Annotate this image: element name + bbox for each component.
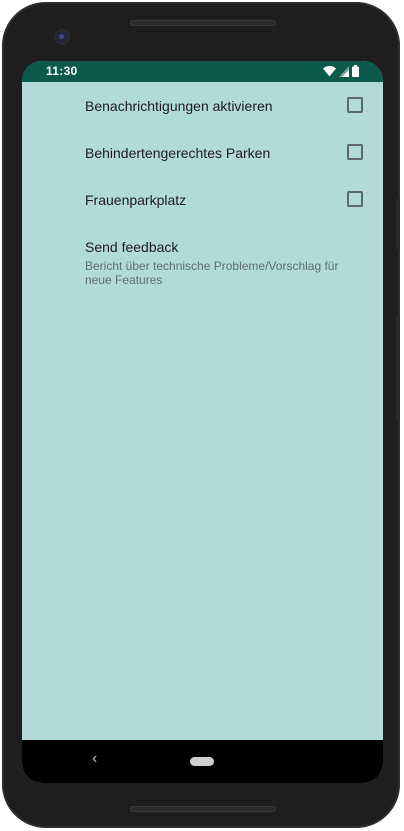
earpiece-speaker: [130, 20, 276, 26]
pref-row-notifications[interactable]: Benachrichtigungen aktivieren: [22, 82, 383, 128]
phone-frame: 11:30 Benachrichtigungen aktivieren Behi…: [2, 2, 400, 828]
power-button: [396, 198, 400, 250]
notifications-checkbox[interactable]: [347, 97, 363, 113]
bottom-speaker: [130, 806, 276, 812]
status-bar: 11:30: [22, 61, 383, 82]
pref-title-notifications: Benachrichtigungen aktivieren: [85, 98, 273, 114]
pref-title-women-parking: Frauenparkplatz: [85, 192, 187, 208]
accessible-parking-checkbox[interactable]: [347, 144, 363, 160]
wifi-icon: [323, 65, 336, 76]
women-parking-checkbox[interactable]: [347, 191, 363, 207]
front-camera-icon: [56, 31, 68, 43]
pref-title-accessible-parking: Behindertengerechtes Parken: [85, 145, 271, 161]
pref-summary-send-feedback: Bericht über technische Probleme/Vorschl…: [85, 259, 339, 287]
back-icon[interactable]: ‹: [92, 750, 97, 768]
status-icons: [323, 65, 359, 77]
pref-title-send-feedback: Send feedback: [85, 239, 179, 255]
volume-button: [396, 314, 400, 422]
signal-icon: [339, 65, 349, 77]
pref-row-accessible-parking[interactable]: Behindertengerechtes Parken: [22, 128, 383, 176]
battery-icon: [352, 65, 359, 77]
screen: 11:30 Benachrichtigungen aktivieren Behi…: [22, 61, 383, 783]
status-time: 11:30: [46, 64, 78, 78]
home-icon[interactable]: [190, 757, 214, 766]
preferences-list: Benachrichtigungen aktivieren Behinderte…: [22, 82, 383, 740]
pref-row-women-parking[interactable]: Frauenparkplatz: [22, 176, 383, 222]
navigation-bar: ‹: [22, 740, 383, 783]
pref-row-send-feedback[interactable]: Send feedback Bericht über technische Pr…: [22, 222, 383, 294]
